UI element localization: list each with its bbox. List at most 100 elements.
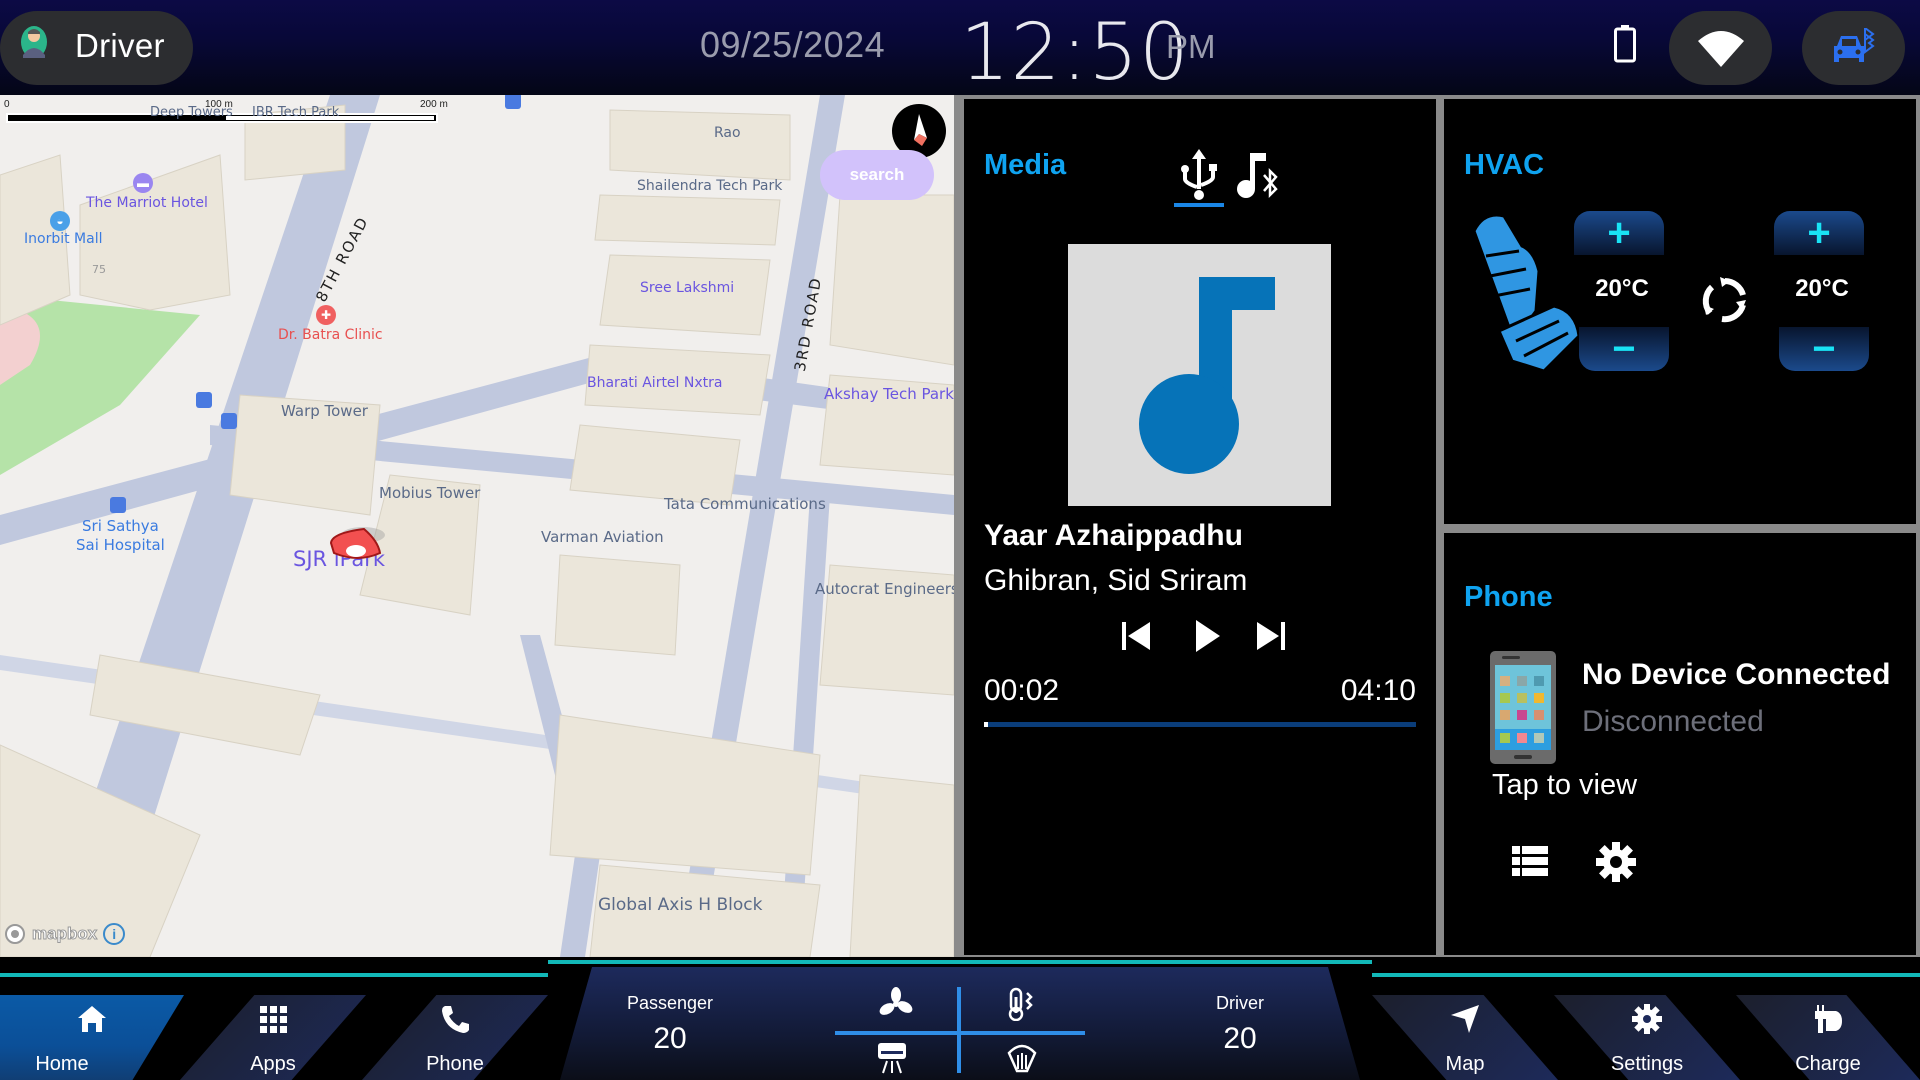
song-title: Yaar Azhaippadhu — [984, 519, 1243, 552]
map-label[interactable]: Rao — [714, 125, 741, 141]
bus-stop-icon[interactable] — [196, 392, 212, 408]
map-label[interactable]: Warp Tower — [281, 402, 368, 420]
smartphone-icon — [1490, 651, 1556, 764]
song-artist: Ghibran, Sid Sriram — [984, 564, 1248, 597]
climate-mode-grid — [835, 969, 1085, 1080]
map-label[interactable]: Dr. Batra Clinic — [278, 327, 383, 343]
rear-defrost-icon[interactable] — [1005, 1041, 1039, 1075]
passenger-temp-zone[interactable]: Passenger 20 — [590, 993, 750, 1056]
map-label[interactable]: Global Axis H Block — [598, 895, 762, 915]
map-label[interactable]: Bharati Airtel Nxtra — [587, 375, 722, 391]
nav-tab-apps[interactable]: Apps — [180, 995, 366, 1080]
driver-temp-value: 20 — [1223, 1022, 1257, 1055]
map-label[interactable]: Mobius Tower — [379, 484, 480, 502]
hvac-title: HVAC — [1464, 149, 1545, 181]
play-button[interactable] — [1186, 614, 1226, 654]
left-temp-value: 20°C — [1595, 275, 1649, 302]
recirculation-icon[interactable] — [1700, 275, 1750, 325]
bus-stop-icon[interactable] — [505, 95, 521, 109]
contacts-list-button[interactable] — [1508, 840, 1552, 884]
map-label[interactable]: Tata Communications — [664, 495, 826, 513]
previous-track-button[interactable] — [1114, 614, 1154, 654]
hotel-icon[interactable]: ▬ — [133, 173, 153, 193]
home-icon — [78, 1006, 106, 1032]
play-icon — [1196, 620, 1220, 652]
map-label[interactable]: Akshay Tech Park — [824, 385, 954, 403]
bus-stop-icon[interactable] — [221, 413, 237, 429]
map-label[interactable]: Shailendra Tech Park — [637, 178, 782, 194]
media-title: Media — [984, 149, 1067, 181]
fan-icon[interactable] — [879, 987, 913, 1021]
map-label[interactable]: IBR Tech Park — [252, 105, 339, 120]
left-temp-control: + 20°C − — [1574, 211, 1670, 373]
charge-plug-icon — [1815, 1005, 1842, 1033]
car-bluetooth-icon — [1833, 28, 1875, 62]
right-temp-value: 20°C — [1795, 275, 1849, 302]
map-label[interactable]: Deep Towers — [150, 105, 233, 120]
apps-grid-icon — [260, 1006, 287, 1033]
map-view[interactable]: 0 100 m 200 m Deep Towers IBR Tech Park … — [0, 95, 954, 957]
map-label[interactable]: The Marriot Hotel — [86, 195, 208, 211]
map-search-button[interactable]: search — [820, 150, 934, 200]
map-label[interactable]: Inorbit Mall — [24, 231, 102, 247]
battery-icon — [1614, 25, 1636, 63]
phone-title: Phone — [1464, 581, 1553, 613]
info-icon[interactable]: i — [103, 923, 126, 945]
driver-label: Driver — [1216, 993, 1264, 1013]
map-attribution: mapbox i — [4, 923, 126, 945]
playback-progress-fill — [984, 722, 989, 727]
right-temp-decrease-button[interactable]: − — [1779, 327, 1869, 371]
gear-icon — [1632, 1004, 1662, 1034]
total-time: 04:10 — [1340, 674, 1416, 707]
music-note-icon — [1139, 277, 1275, 474]
nav-tab-home[interactable]: Home — [0, 995, 184, 1080]
tap-to-view-link[interactable]: Tap to view — [1492, 769, 1637, 802]
phone-connection-substatus: Disconnected — [1582, 705, 1764, 738]
date-display: 09/25/2024 — [700, 24, 886, 65]
shopping-icon[interactable]: ◒ — [50, 211, 70, 231]
map-label[interactable]: Varman Aviation — [541, 528, 664, 546]
car-connectivity-button[interactable] — [1802, 11, 1905, 85]
temperature-icon[interactable] — [1005, 987, 1039, 1021]
avatar-icon — [21, 26, 47, 58]
driver-profile-button[interactable]: Driver — [0, 11, 193, 85]
right-temp-increase-button[interactable]: + — [1774, 211, 1864, 255]
location-pin-icon[interactable] — [328, 523, 388, 569]
phone-panel[interactable]: Phone No Device Connected Disconnected T… — [1444, 533, 1916, 955]
status-bar: Driver 09/25/2024 12:50 PM — [0, 0, 1920, 98]
passenger-label: Passenger — [626, 993, 714, 1013]
nav-tab-map[interactable]: Map — [1372, 995, 1558, 1080]
playback-progress-bar[interactable] — [984, 722, 1416, 727]
bluetooth-audio-source-tab[interactable] — [1232, 149, 1282, 207]
skip-previous-icon — [1122, 622, 1150, 650]
wifi-button[interactable] — [1669, 11, 1772, 85]
map-label[interactable]: Sri Sathya Sai Hospital — [76, 517, 165, 555]
nav-tab-label: Charge — [1795, 1053, 1861, 1075]
hospital-icon[interactable] — [110, 497, 126, 513]
map-label[interactable]: Sree Lakshmi — [640, 280, 734, 296]
nav-tab-label: Home — [35, 1053, 89, 1075]
nav-tab-phone[interactable]: Phone — [362, 995, 548, 1080]
list-icon — [1512, 846, 1548, 876]
driver-temp-zone[interactable]: Driver 20 — [1160, 993, 1320, 1056]
profile-name: Driver — [75, 27, 165, 64]
building-number: 75 — [92, 263, 106, 276]
clinic-icon[interactable]: ✚ — [316, 305, 336, 325]
right-temp-control: + 20°C − — [1774, 211, 1870, 373]
nav-tab-settings[interactable]: Settings — [1554, 995, 1740, 1080]
next-track-button[interactable] — [1251, 614, 1291, 654]
phone-settings-button[interactable] — [1594, 840, 1638, 884]
infotainment-screen: Driver 09/25/2024 12:50 PM 0 100 m 200 m… — [0, 0, 1920, 1080]
passenger-temp-value: 20 — [653, 1022, 687, 1055]
media-panel: Media Yaar Azhaippadhu Ghibran, Sid Srir… — [964, 99, 1436, 955]
left-temp-decrease-button[interactable]: − — [1579, 327, 1669, 371]
map-label[interactable]: Autocrat Engineers — [815, 580, 954, 598]
album-art — [1068, 244, 1331, 506]
left-temp-increase-button[interactable]: + — [1574, 211, 1664, 255]
ac-vent-icon[interactable] — [875, 1041, 909, 1075]
scale-label-end: 200 m — [420, 99, 448, 110]
usb-source-tab[interactable] — [1174, 149, 1224, 207]
seat-icon[interactable] — [1464, 211, 1582, 376]
usb-icon — [1181, 149, 1217, 200]
nav-tab-charge[interactable]: Charge — [1736, 995, 1920, 1080]
